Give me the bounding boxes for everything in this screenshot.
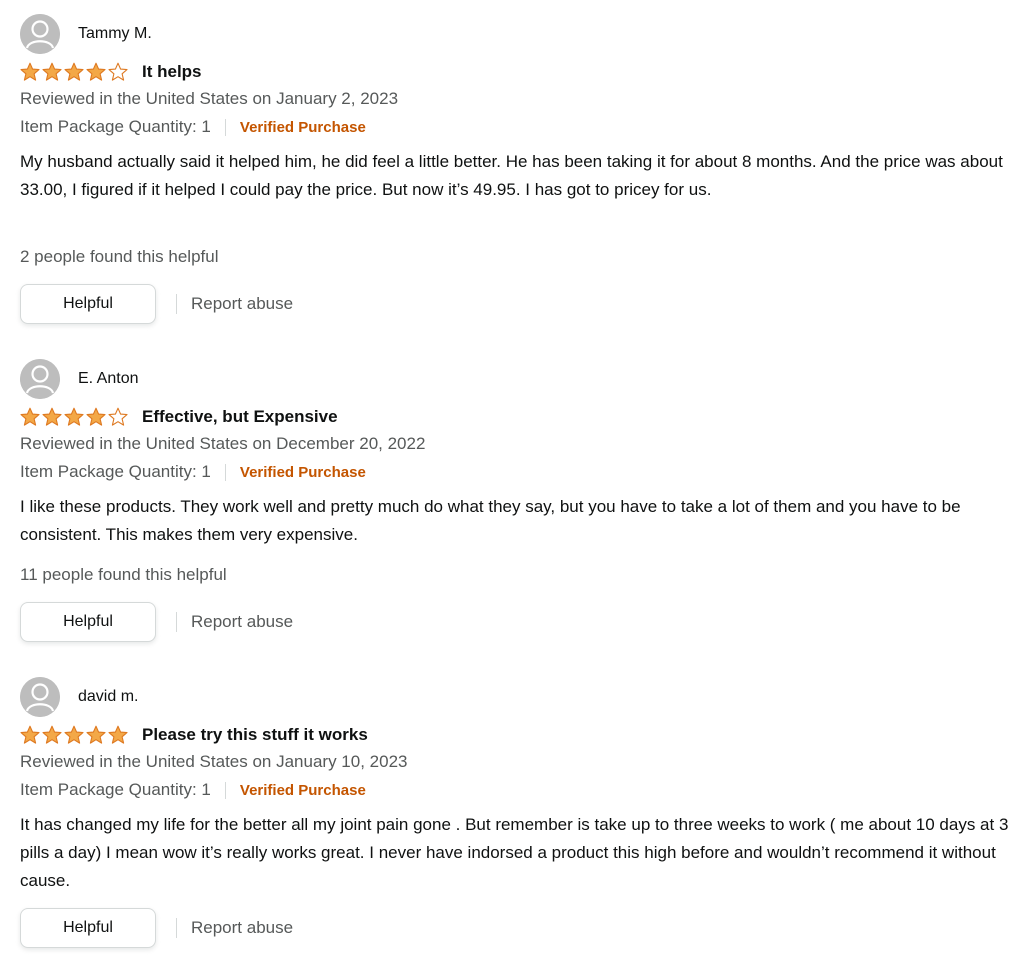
verified-purchase-badge: Verified Purchase [239,781,366,799]
stars-svg [20,407,128,426]
reviewer-name[interactable]: david m. [78,688,138,706]
item-package-quantity: Item Package Quantity: 1 [20,780,211,799]
review-card: E. Anton Effective, but Expensive Review… [20,359,1010,649]
helpful-button[interactable]: Helpful [20,602,156,642]
divider [176,918,177,938]
review-card: david m. Please try this stuff it works … [20,677,1010,972]
divider [176,294,177,314]
review-date: Reviewed in the United States on January… [20,752,408,771]
star-filled-icon [42,407,62,426]
review-body: It has changed my life for the better al… [20,815,1009,890]
stars-svg [20,62,128,81]
helpful-button[interactable]: Helpful [20,908,156,948]
avatar [20,14,60,54]
star-filled-icon [86,407,106,426]
star-empty-icon [108,407,128,426]
star-empty-icon [108,62,128,81]
star-filled-icon [64,407,84,426]
person-icon [20,677,60,717]
review-date: Reviewed in the United States on January… [20,89,399,108]
star-filled-icon [86,725,106,744]
star-filled-icon [20,725,40,744]
divider [224,463,226,481]
review-body: I like these products. They work well an… [20,497,961,544]
reviewer-profile[interactable]: Tammy M. [20,14,152,54]
reviewer-name[interactable]: E. Anton [78,370,139,388]
stars-svg [20,725,128,744]
person-icon [20,359,60,399]
helpful-button[interactable]: Helpful [20,284,156,324]
divider [224,118,226,136]
star-rating[interactable] [20,61,130,83]
helpful-count: 2 people found this helpful [20,247,219,266]
report-abuse-link[interactable]: Report abuse [191,612,293,632]
review-card: Tammy M. It helps Reviewed in the United… [20,14,1010,329]
verified-purchase-badge: Verified Purchase [239,118,366,136]
avatar [20,359,60,399]
star-filled-icon [42,62,62,81]
star-filled-icon [64,62,84,81]
star-filled-icon [86,62,106,81]
person-icon [20,14,60,54]
report-abuse-link[interactable]: Report abuse [191,918,293,938]
star-filled-icon [20,407,40,426]
review-body: My husband actually said it helped him, … [20,152,1003,199]
reviewer-name[interactable]: Tammy M. [78,25,152,43]
report-abuse-link[interactable]: Report abuse [191,294,293,314]
verified-purchase-badge: Verified Purchase [239,463,366,481]
item-package-quantity: Item Package Quantity: 1 [20,117,211,136]
star-rating[interactable] [20,724,130,746]
review-title[interactable]: Please try this stuff it works [142,725,368,745]
avatar [20,677,60,717]
star-rating[interactable] [20,406,130,428]
review-date: Reviewed in the United States on Decembe… [20,434,426,453]
divider [224,781,226,799]
review-title[interactable]: Effective, but Expensive [142,407,338,427]
helpful-count: 11 people found this helpful [20,565,227,584]
star-filled-icon [108,725,128,744]
reviewer-profile[interactable]: david m. [20,677,138,717]
item-package-quantity: Item Package Quantity: 1 [20,462,211,481]
review-title[interactable]: It helps [142,62,202,82]
star-filled-icon [20,62,40,81]
divider [176,612,177,632]
star-filled-icon [64,725,84,744]
star-filled-icon [42,725,62,744]
reviewer-profile[interactable]: E. Anton [20,359,139,399]
